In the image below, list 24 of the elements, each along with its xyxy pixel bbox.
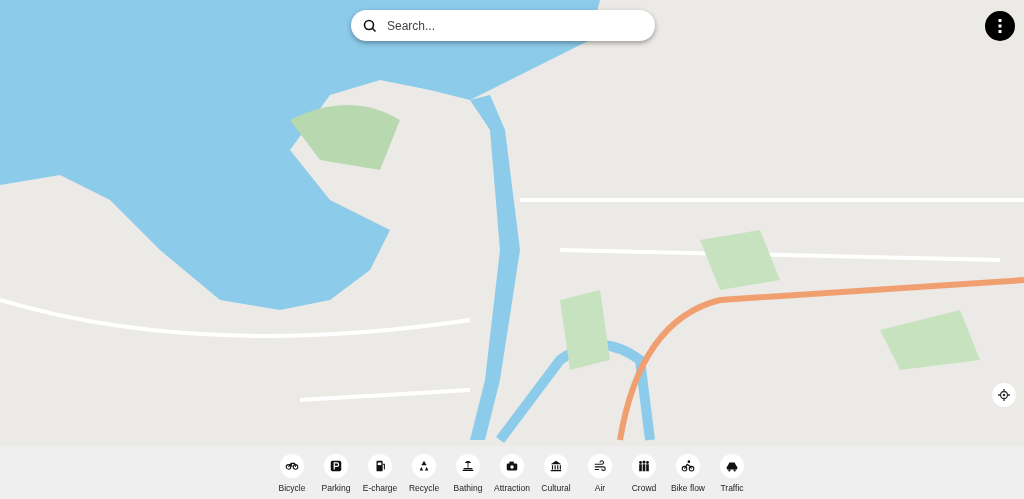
- search-input[interactable]: Search...: [385, 15, 643, 36]
- people-icon: [637, 459, 651, 473]
- category-button[interactable]: Recycle: [402, 454, 446, 495]
- locate-icon: [998, 389, 1010, 401]
- category-button[interactable]: Attraction: [490, 454, 534, 495]
- category-button[interactable]: Bike flow: [666, 454, 710, 495]
- museum-icon: [549, 459, 563, 473]
- category-button[interactable]: Bicycle: [270, 454, 314, 495]
- category-button[interactable]: Air: [578, 454, 622, 495]
- category-button[interactable]: Traffic: [710, 454, 754, 495]
- category-button[interactable]: E-charge: [358, 454, 402, 495]
- category-button[interactable]: Crowd: [622, 454, 666, 495]
- camera-icon: [505, 459, 519, 473]
- cyclist-icon: [681, 459, 695, 473]
- menu-icon: [998, 19, 1002, 33]
- category-button[interactable]: Cultural: [534, 454, 578, 495]
- category-button[interactable]: Bathing: [446, 454, 490, 495]
- parking-icon: [329, 459, 343, 473]
- category-button[interactable]: Parking: [314, 454, 358, 495]
- beach-icon: [461, 459, 475, 473]
- search-icon: [363, 18, 377, 33]
- search-field[interactable]: Search...: [351, 10, 655, 41]
- wind-icon: [593, 459, 607, 473]
- recycle-icon: [417, 459, 431, 473]
